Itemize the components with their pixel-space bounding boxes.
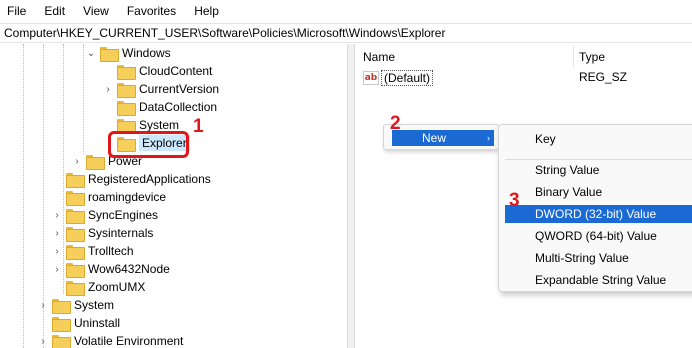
step-marker-1: 1	[193, 116, 204, 137]
chevron-right-icon[interactable]: ›	[38, 336, 48, 347]
tree-item-registeredapps[interactable]: RegisteredApplications	[52, 170, 211, 188]
chevron-down-icon[interactable]: ⌄	[86, 48, 96, 59]
new-submenu: Key String Value Binary Value DWORD (32-…	[498, 124, 692, 292]
folder-icon	[52, 298, 71, 314]
menu-item-multi-string-value[interactable]: Multi-String Value	[505, 249, 692, 267]
menu-item-qword-value[interactable]: QWORD (64-bit) Value	[505, 227, 692, 245]
folder-icon	[52, 316, 71, 332]
chevron-right-icon[interactable]: ›	[52, 264, 62, 275]
pane-splitter[interactable]	[347, 44, 355, 348]
menu-file[interactable]: File	[7, 4, 26, 18]
chevron-right-icon[interactable]: ›	[103, 84, 113, 95]
tree-item-zoomumx[interactable]: ZoomUMX	[52, 278, 145, 296]
tree-item-volatile-environment[interactable]: › Volatile Environment	[38, 332, 183, 348]
string-value-icon: ab	[363, 71, 379, 85]
menu-bar: File Edit View Favorites Help	[0, 0, 692, 22]
folder-icon	[66, 172, 85, 188]
registry-tree: ⌄ Windows CloudContent › CurrentVersion …	[0, 44, 347, 348]
tree-item-datacollection[interactable]: DataCollection	[103, 98, 217, 116]
tree-item-trolltech[interactable]: › Trolltech	[52, 242, 134, 260]
menu-edit[interactable]: Edit	[44, 4, 65, 18]
column-header-name[interactable]: Name	[363, 50, 395, 64]
tree-item-wow6432node[interactable]: › Wow6432Node	[52, 260, 170, 278]
menu-separator	[505, 159, 692, 160]
tree-item-sysinternals[interactable]: › Sysinternals	[52, 224, 153, 242]
menu-item-key[interactable]: Key	[505, 130, 692, 148]
value-row-default[interactable]: ab (Default)	[363, 70, 434, 86]
folder-icon	[117, 100, 136, 116]
column-divider[interactable]	[573, 46, 574, 68]
tree-item-system[interactable]: › System	[38, 296, 114, 314]
folder-icon	[66, 262, 85, 278]
chevron-right-icon[interactable]: ›	[52, 246, 62, 257]
column-header-type[interactable]: Type	[579, 50, 605, 64]
chevron-right-icon[interactable]: ›	[72, 156, 82, 167]
menu-item-string-value[interactable]: String Value	[505, 161, 692, 179]
step-marker-2: 2	[390, 113, 401, 134]
folder-icon	[66, 226, 85, 242]
explorer-highlight-box	[108, 131, 189, 158]
folder-icon	[117, 118, 136, 134]
folder-icon	[66, 244, 85, 260]
folder-icon	[100, 46, 119, 62]
tree-guide-line	[83, 44, 84, 154]
tree-item-cloudcontent[interactable]: CloudContent	[103, 62, 212, 80]
folder-icon	[86, 154, 105, 170]
chevron-right-icon[interactable]: ›	[52, 210, 62, 221]
tree-item-uninstall[interactable]: Uninstall	[38, 314, 120, 332]
folder-icon	[52, 334, 71, 348]
chevron-right-icon[interactable]: ›	[38, 300, 48, 311]
menu-item-expandable-string-value[interactable]: Expandable String Value	[505, 271, 692, 289]
chevron-right-icon: ›	[487, 133, 490, 143]
menu-item-binary-value[interactable]: Binary Value	[505, 183, 692, 201]
tree-guide-line	[23, 44, 24, 348]
folder-icon	[66, 190, 85, 206]
value-type: REG_SZ	[579, 70, 628, 84]
step-marker-3: 3	[509, 190, 520, 211]
tree-item-roamingdevice[interactable]: roamingdevice	[52, 188, 166, 206]
address-bar[interactable]: Computer\HKEY_CURRENT_USER\Software\Poli…	[0, 23, 692, 43]
folder-icon	[66, 280, 85, 296]
folder-icon	[66, 208, 85, 224]
folder-icon	[117, 64, 136, 80]
folder-icon	[117, 82, 136, 98]
tree-item-windows[interactable]: ⌄ Windows	[86, 44, 171, 62]
menu-favorites[interactable]: Favorites	[127, 4, 176, 18]
menu-item-dword-value[interactable]: DWORD (32-bit) Value	[505, 205, 692, 223]
menu-view[interactable]: View	[83, 4, 109, 18]
menu-item-new[interactable]: New ›	[392, 130, 494, 146]
value-name: (Default)	[381, 70, 434, 86]
tree-item-syncengines[interactable]: › SyncEngines	[52, 206, 158, 224]
tree-item-currentversion[interactable]: › CurrentVersion	[103, 80, 219, 98]
chevron-right-icon[interactable]: ›	[52, 228, 62, 239]
menu-help[interactable]: Help	[194, 4, 219, 18]
